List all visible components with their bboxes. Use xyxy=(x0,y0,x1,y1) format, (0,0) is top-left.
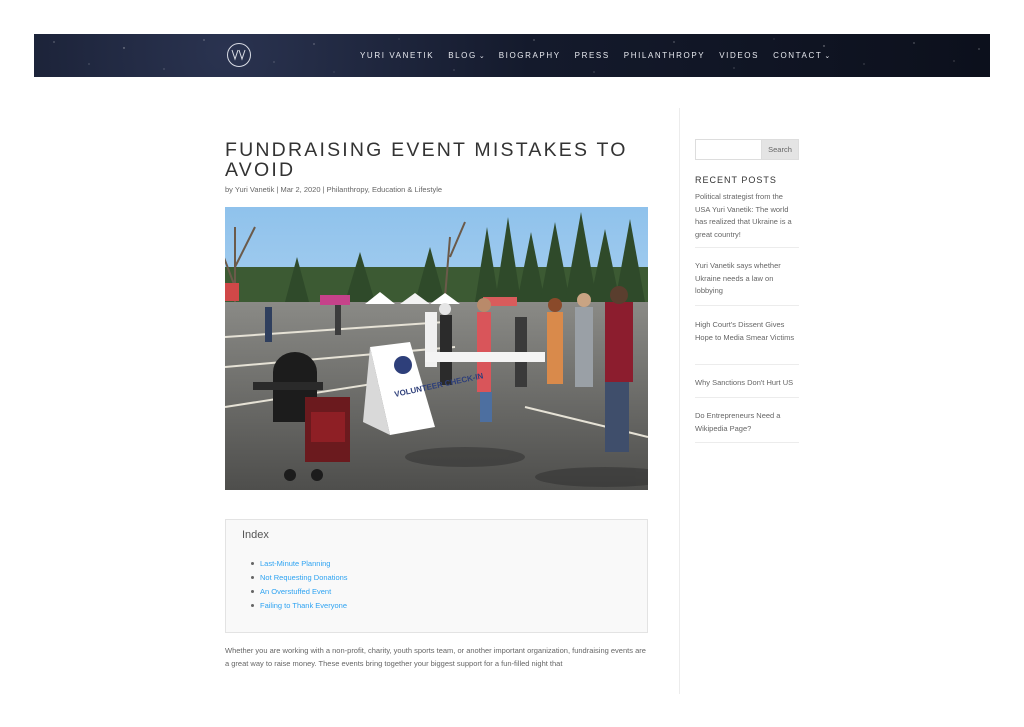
event-photo: VOLUNTEER CHECK-IN xyxy=(225,207,648,490)
site-logo[interactable] xyxy=(227,43,251,67)
index-link-last-minute-planning[interactable]: Last-Minute Planning xyxy=(250,559,348,573)
chevron-down-icon: ⌄ xyxy=(478,52,485,60)
index-box: Index Last-Minute Planning Not Requestin… xyxy=(225,519,648,633)
category-link-philanthropy[interactable]: Philanthropy xyxy=(327,185,368,194)
meta-by: by xyxy=(225,185,233,194)
sidebar-divider xyxy=(679,108,680,694)
index-link-not-requesting-donations[interactable]: Not Requesting Donations xyxy=(250,573,348,587)
index-list: Last-Minute Planning Not Requesting Dona… xyxy=(250,559,348,615)
index-link-failing-to-thank[interactable]: Failing to Thank Everyone xyxy=(250,601,348,615)
nav-item-videos[interactable]: VIDEOS xyxy=(719,51,759,60)
recent-post-link[interactable]: Why Sanctions Don't Hurt US xyxy=(695,365,799,398)
recent-post-link[interactable]: Yuri Vanetik says whether Ukraine needs … xyxy=(695,248,799,306)
recent-post-link[interactable]: Do Entrepreneurs Need a Wikipedia Page? xyxy=(695,398,799,443)
recent-post-link[interactable]: Political strategist from the USA Yuri V… xyxy=(695,191,799,248)
meta-comma: , xyxy=(367,185,370,194)
category-link-education[interactable]: Education & Lifestyle xyxy=(372,185,442,194)
recent-posts-list: Political strategist from the USA Yuri V… xyxy=(695,191,799,443)
nav-label: PRESS xyxy=(574,51,610,60)
nav-item-press[interactable]: PRESS xyxy=(575,51,610,60)
index-link-overstuffed-event[interactable]: An Overstuffed Event xyxy=(250,587,348,601)
recent-posts-heading: RECENT POSTS xyxy=(695,175,777,185)
post-title: FUNDRAISING EVENT MISTAKES TO AVOID xyxy=(225,139,628,181)
post-meta: by Yuri Vanetik | Mar 2, 2020 | Philanth… xyxy=(225,185,442,194)
search-button[interactable]: Search xyxy=(761,139,799,160)
author-link[interactable]: Yuri Vanetik xyxy=(235,185,274,194)
index-title: Index xyxy=(242,529,269,541)
nav-label: VIDEOS xyxy=(719,51,760,60)
featured-image: VOLUNTEER CHECK-IN xyxy=(225,207,648,490)
site-header: YURI VANETIK BLOG ⌄ BIOGRAPHY PRESS PHILA… xyxy=(34,34,990,77)
nav-item-blog[interactable]: BLOG ⌄ xyxy=(448,51,485,60)
meta-separator: | xyxy=(276,185,279,194)
search-input[interactable] xyxy=(695,139,762,160)
nav-label: CONTACT xyxy=(773,51,823,60)
nav-item-yuri-vanetik[interactable]: YURI VANETIK xyxy=(360,51,434,60)
chevron-down-icon: ⌄ xyxy=(824,52,831,60)
main-nav: YURI VANETIK BLOG ⌄ BIOGRAPHY PRESS PHILA… xyxy=(360,34,844,77)
nav-label: BLOG xyxy=(448,51,477,60)
nav-label: PHILANTHROPY xyxy=(623,51,706,60)
post-body-paragraph: Whether you are working with a non-profi… xyxy=(225,646,646,668)
post-date: Mar 2, 2020 xyxy=(280,185,321,194)
nav-label: BIOGRAPHY xyxy=(498,51,561,60)
nav-item-philanthropy[interactable]: PHILANTHROPY xyxy=(624,51,705,60)
yv-logo-icon xyxy=(231,49,246,61)
nav-label: YURI VANETIK xyxy=(360,51,435,60)
meta-separator: | xyxy=(322,185,325,194)
nav-item-biography[interactable]: BIOGRAPHY xyxy=(499,51,561,60)
recent-post-link[interactable]: High Court's Dissent Gives Hope to Media… xyxy=(695,306,799,365)
nav-item-contact[interactable]: CONTACT ⌄ xyxy=(773,51,830,60)
